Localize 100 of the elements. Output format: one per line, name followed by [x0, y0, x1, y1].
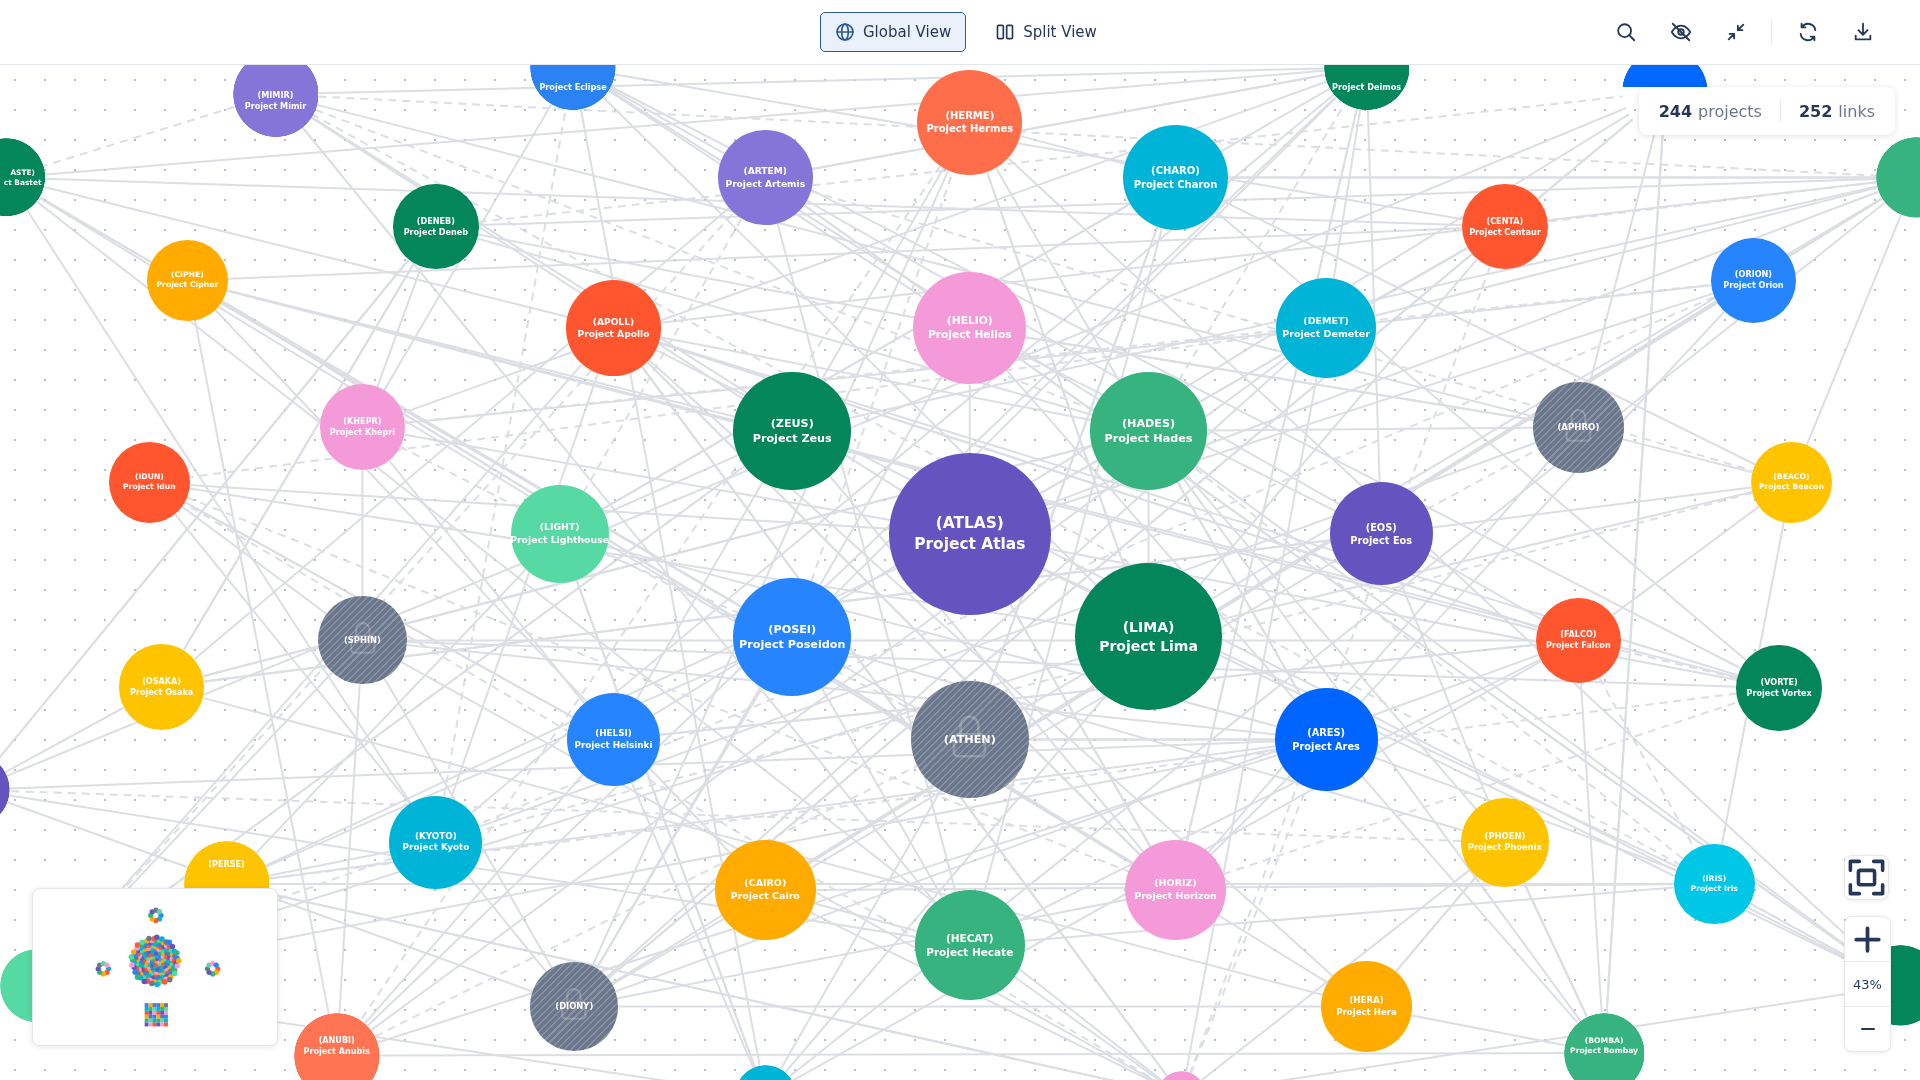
- locked-project-node[interactable]: (DIONY): [530, 962, 619, 1051]
- node-code: (CENTA): [1486, 215, 1524, 227]
- node-name: Project Zeus: [752, 431, 832, 447]
- node-name: Project Mimir: [244, 101, 307, 112]
- projects-count: 244: [1658, 101, 1693, 121]
- project-node[interactable]: (CENTA) Project Centaur: [1462, 183, 1548, 270]
- project-node[interactable]: (APOLL) Project Apollo: [565, 280, 662, 376]
- node-name: Project Horizon: [1134, 890, 1217, 903]
- project-node[interactable]: (FALCO) Project Falcon: [1535, 597, 1622, 684]
- node-name: Project Deneb: [403, 226, 469, 238]
- project-node[interactable]: [1875, 137, 1920, 218]
- project-node[interactable]: (HELIO) Project Helios: [913, 271, 1027, 385]
- locked-project-node[interactable]: (ATHEN): [911, 680, 1029, 799]
- project-node[interactable]: [1622, 65, 1709, 87]
- node-name: Project Ares: [1292, 739, 1360, 753]
- node-code: (ZEUS): [770, 415, 814, 431]
- project-node[interactable]: (LIMA) Project Lima: [1075, 563, 1223, 711]
- project-node[interactable]: (DEMET) Project Demeter: [1275, 277, 1377, 379]
- node-name: Project Eclipse: [539, 82, 607, 94]
- project-node[interactable]: [1891, 945, 1920, 1027]
- project-node[interactable]: (VORTE) Project Vortex: [1736, 645, 1822, 731]
- project-node[interactable]: (POSEI) Project Poseidon: [733, 577, 851, 696]
- project-node[interactable]: (ORION) Project Orion: [1710, 237, 1797, 324]
- node-name: Project Lima: [1099, 636, 1198, 656]
- project-node[interactable]: (KHEPR) Project Khepri: [319, 384, 406, 471]
- node-name: Project Vortex: [1746, 688, 1812, 700]
- links-count: 252: [1798, 101, 1833, 121]
- node-code: (PERSE): [208, 859, 245, 871]
- project-node[interactable]: Project Eclipse: [530, 65, 616, 111]
- node-name: Project Phoenix: [1467, 842, 1542, 854]
- node-name: Project Hermes: [926, 122, 1014, 136]
- columns-icon: [995, 22, 1016, 42]
- node-name: Project Hecate: [926, 945, 1014, 960]
- node-code: (KHEPR): [343, 416, 382, 428]
- node-name: Project Khepri: [329, 427, 396, 439]
- view-tab[interactable]: Global View: [820, 12, 967, 52]
- project-node[interactable]: Project Deimos: [1323, 65, 1410, 111]
- project-node[interactable]: (ZEUS) Project Zeus: [733, 372, 851, 490]
- project-node[interactable]: (PHOEN) Project Phoenix: [1460, 798, 1549, 887]
- node-code: (ORION): [1734, 269, 1773, 281]
- node-code: (APOLL): [592, 315, 635, 329]
- node-code: (HORIZ): [1154, 877, 1197, 891]
- node-name: Project Kyoto: [402, 842, 470, 855]
- project-node[interactable]: (ARES) Project Ares: [1274, 688, 1378, 791]
- node-name: Project Eos: [1350, 533, 1413, 548]
- node-name: Project Apollo: [577, 328, 650, 341]
- node-code: (OSAKA): [142, 676, 182, 687]
- node-code: (ATHEN): [943, 732, 996, 748]
- fit-view-button[interactable]: [1844, 855, 1889, 900]
- node-code: (HELSI): [595, 727, 632, 740]
- node-code: (SPHIN): [343, 634, 381, 647]
- locked-project-node[interactable]: (SPHIN): [318, 596, 407, 685]
- node-code: (HECAT): [945, 931, 994, 946]
- node-code: (KYOTO): [414, 830, 457, 843]
- node-name: Project Deimos: [1332, 82, 1402, 94]
- minus-icon: [1860, 1028, 1875, 1030]
- project-node[interactable]: (OSAKA) Project Osaka: [118, 644, 205, 730]
- node-code: (HELIO): [946, 313, 993, 329]
- node-name: Project Falcon: [1546, 640, 1611, 652]
- project-node[interactable]: (KYOTO) Project Kyoto: [389, 795, 483, 889]
- node-name: Project Anubis: [303, 1046, 370, 1058]
- view-tab[interactable]: Split View: [980, 12, 1112, 52]
- node-code: (HERME): [945, 108, 995, 123]
- node-code: (DENEB): [416, 215, 455, 227]
- node-code: (HERA): [1349, 994, 1384, 1007]
- project-node[interactable]: (PERSE): [183, 841, 270, 888]
- zoom-level: 43%: [1845, 961, 1890, 1007]
- project-node[interactable]: (HERME) Project Hermes: [917, 69, 1023, 176]
- node-name: Project Demeter: [1282, 328, 1370, 341]
- node-code: (ARES): [1307, 726, 1346, 740]
- node-name: Project Orion: [1723, 280, 1784, 292]
- project-node[interactable]: (CAIRO) Project Cairo: [715, 840, 816, 941]
- project-node[interactable]: (HORIZ) Project Horizon: [1125, 840, 1226, 941]
- links-label: links: [1838, 101, 1875, 121]
- eye-crossed-icon: [1669, 21, 1692, 43]
- project-node[interactable]: (HECAT) Project Hecate: [914, 890, 1025, 1001]
- node-code: (CAIRO): [744, 877, 787, 891]
- node-code: (APHRO): [1557, 421, 1600, 434]
- search-icon: [1614, 21, 1637, 43]
- node-code: (FALCO): [1560, 629, 1597, 641]
- project-node[interactable]: (HERA) Project Hera: [1321, 961, 1412, 1052]
- project-node[interactable]: (MIMIR) Project Mimir: [232, 65, 319, 138]
- project-node[interactable]: (DENEB) Project Deneb: [393, 183, 479, 270]
- node-name: Project Charon: [1133, 177, 1218, 192]
- node-name: Project Poseidon: [739, 636, 846, 652]
- project-node[interactable]: (ARTEM) Project Artemis: [717, 129, 814, 226]
- node-code: (MIMIR): [257, 90, 294, 102]
- project-node[interactable]: (HELSI) Project Helsinki: [566, 693, 660, 787]
- node-code: (VORTE): [1760, 677, 1798, 689]
- project-node[interactable]: (ATLAS) Project Atlas: [888, 453, 1051, 615]
- node-name: Project Artemis: [725, 177, 806, 190]
- project-node[interactable]: (CHARO) Project Charon: [1122, 124, 1229, 231]
- node-name: Project Hades: [1104, 431, 1193, 447]
- project-node[interactable]: (HADES) Project Hades: [1089, 372, 1208, 490]
- node-code: (LIGHT): [539, 521, 580, 534]
- node-name: Project Helios: [927, 328, 1012, 343]
- project-node[interactable]: (LIGHT) Project Lighthouse: [510, 484, 609, 583]
- locked-project-node[interactable]: (APHRO): [1533, 382, 1624, 473]
- project-node[interactable]: (ANUBI) Project Anubis: [293, 1012, 380, 1080]
- project-node[interactable]: (EOS) Project Eos: [1329, 482, 1433, 586]
